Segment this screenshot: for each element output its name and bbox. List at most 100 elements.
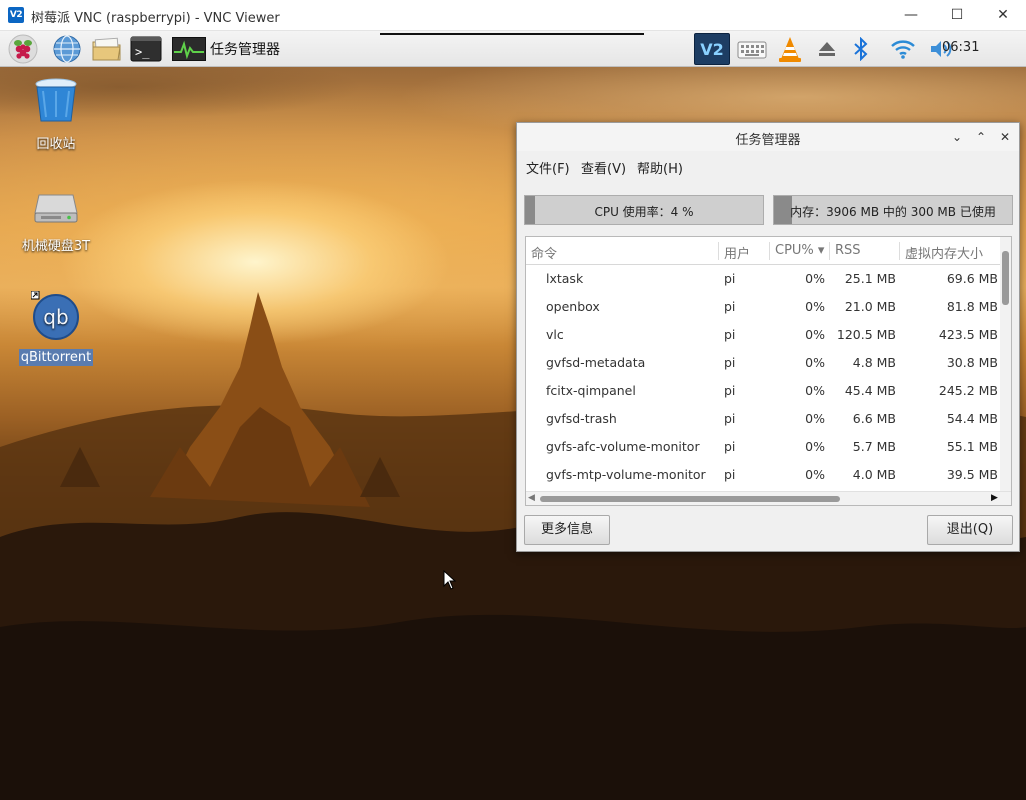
task-manager-icon xyxy=(172,37,206,61)
close-icon[interactable]: ✕ xyxy=(995,127,1015,147)
horizontal-scrollbar[interactable]: ◀ ▶ xyxy=(526,491,1011,505)
process-user: pi xyxy=(724,299,736,314)
process-virtual-memory: 39.5 MB xyxy=(946,467,998,482)
process-user: pi xyxy=(724,355,736,370)
chevron-up-icon[interactable]: ⌃ xyxy=(971,127,991,147)
process-cpu: 0% xyxy=(805,327,825,342)
maximize-button[interactable]: ☐ xyxy=(934,0,980,31)
process-virtual-memory: 30.8 MB xyxy=(946,355,998,370)
menubar: 文件(F) 查看(V) 帮助(H) xyxy=(517,153,1019,179)
close-button[interactable]: ✕ xyxy=(980,0,1026,31)
desktop-icon-hard-drive[interactable]: 机械硬盘3T xyxy=(18,187,94,254)
process-name: vlc xyxy=(546,327,564,342)
menu-view[interactable]: 查看(V) xyxy=(581,158,626,177)
quit-button[interactable]: 退出(Q) xyxy=(927,515,1013,545)
vertical-scrollbar-thumb[interactable] xyxy=(1002,251,1009,305)
qbittorrent-icon: qb xyxy=(18,290,94,345)
column-header-user[interactable]: 用户 xyxy=(724,243,750,262)
process-name: gvfsd-metadata xyxy=(546,355,646,370)
column-separator[interactable] xyxy=(829,242,830,260)
cpu-usage-label: CPU 使用率：4 % xyxy=(594,205,694,219)
terminal-icon[interactable]: >_ xyxy=(130,34,162,64)
process-rss: 25.1 MB xyxy=(844,271,896,286)
desktop-icon-trash[interactable]: 回收站 xyxy=(18,75,94,152)
vnc-server-icon[interactable]: V2 xyxy=(694,33,730,65)
wifi-icon[interactable] xyxy=(888,33,918,65)
process-user: pi xyxy=(724,271,736,286)
raspberry-menu-icon[interactable] xyxy=(8,34,38,64)
process-row[interactable]: gvfsd-trash pi 0% 6.6 MB 54.4 MB xyxy=(526,405,1000,433)
process-cpu: 0% xyxy=(805,271,825,286)
process-row[interactable]: gvfs-mtp-volume-monitor pi 0% 4.0 MB 39.5 MB xyxy=(526,461,1000,489)
eject-icon[interactable] xyxy=(814,33,840,65)
vnc-toolbar-handle[interactable] xyxy=(380,33,644,35)
process-name: gvfs-afc-volume-monitor xyxy=(546,439,700,454)
column-header-cpu[interactable]: CPU% ▾ xyxy=(775,243,824,258)
process-virtual-memory: 54.4 MB xyxy=(946,411,998,426)
vnc-viewer-icon: V2 xyxy=(8,7,24,23)
process-row[interactable]: openbox pi 0% 21.0 MB 81.8 MB xyxy=(526,293,1000,321)
process-virtual-memory: 81.8 MB xyxy=(946,299,998,314)
process-user: pi xyxy=(724,383,736,398)
process-user: pi xyxy=(724,411,736,426)
process-row[interactable]: lxtask pi 0% 25.1 MB 69.6 MB xyxy=(526,265,1000,293)
clock[interactable]: 06:31 xyxy=(942,40,979,55)
horizontal-scrollbar-thumb[interactable] xyxy=(540,496,840,502)
vertical-scrollbar[interactable] xyxy=(1000,237,1011,491)
chevron-down-icon[interactable]: ⌄ xyxy=(947,127,967,147)
process-cpu: 0% xyxy=(805,355,825,370)
process-virtual-memory: 69.6 MB xyxy=(946,271,998,286)
memory-usage-meter: 内存：3906 MB 中的 300 MB 已使用 xyxy=(773,195,1013,225)
desktop-icon-label: qBittorrent xyxy=(18,349,94,366)
process-virtual-memory: 245.2 MB xyxy=(938,383,998,398)
process-rss: 5.7 MB xyxy=(852,439,896,454)
scroll-right-arrow-icon[interactable]: ▶ xyxy=(991,493,998,503)
process-virtual-memory: 55.1 MB xyxy=(946,439,998,454)
top-panel: >_ 任务管理器 V2 06:31 xyxy=(0,31,1026,67)
process-rss: 45.4 MB xyxy=(844,383,896,398)
keyboard-icon[interactable] xyxy=(735,33,769,65)
process-row[interactable]: gvfs-afc-volume-monitor pi 0% 5.7 MB 55.1 MB xyxy=(526,433,1000,461)
process-name: lxtask xyxy=(546,271,584,286)
folder-icon[interactable] xyxy=(90,34,121,64)
column-header-virtual-memory[interactable]: 虚拟内存大小 xyxy=(905,243,983,262)
process-user: pi xyxy=(724,467,736,482)
trash-icon xyxy=(18,75,94,129)
task-manager-window: 任务管理器 ⌄ ⌃ ✕ 文件(F) 查看(V) 帮助(H) CPU 使用率：4 … xyxy=(516,122,1020,552)
column-header-rss[interactable]: RSS xyxy=(835,243,861,258)
hard-drive-icon xyxy=(18,187,94,231)
process-name: gvfsd-trash xyxy=(546,411,617,426)
process-row[interactable]: gvfsd-metadata pi 0% 4.8 MB 30.8 MB xyxy=(526,349,1000,377)
process-cpu: 0% xyxy=(805,439,825,454)
menu-file[interactable]: 文件(F) xyxy=(526,158,570,177)
more-info-button[interactable]: 更多信息 xyxy=(524,515,610,545)
column-separator[interactable] xyxy=(769,242,770,260)
desktop-icon-label: 回收站 xyxy=(36,137,76,152)
task-manager-titlebar[interactable]: 任务管理器 ⌄ ⌃ ✕ xyxy=(517,123,1019,151)
scroll-left-arrow-icon[interactable]: ◀ xyxy=(528,493,535,503)
web-browser-icon[interactable] xyxy=(52,34,82,64)
process-virtual-memory: 423.5 MB xyxy=(938,327,998,342)
bluetooth-icon[interactable] xyxy=(848,33,874,65)
process-rss: 120.5 MB xyxy=(836,327,896,342)
process-cpu: 0% xyxy=(805,299,825,314)
cpu-usage-meter: CPU 使用率：4 % xyxy=(524,195,764,225)
desktop-icon-qbittorrent[interactable]: qb qBittorrent xyxy=(18,290,94,366)
column-separator[interactable] xyxy=(899,242,900,260)
menu-help[interactable]: 帮助(H) xyxy=(637,158,683,177)
process-cpu: 0% xyxy=(805,411,825,426)
column-separator[interactable] xyxy=(718,242,719,260)
vlc-icon[interactable] xyxy=(775,33,805,65)
process-row[interactable]: vlc pi 0% 120.5 MB 423.5 MB xyxy=(526,321,1000,349)
minimize-button[interactable]: — xyxy=(888,0,934,31)
taskbar-task-manager[interactable]: 任务管理器 xyxy=(172,33,280,65)
column-header-command[interactable]: 命令 xyxy=(531,243,557,262)
process-rss: 21.0 MB xyxy=(844,299,896,314)
process-row[interactable]: fcitx-qimpanel pi 0% 45.4 MB 245.2 MB xyxy=(526,377,1000,405)
taskbar-label: 任务管理器 xyxy=(210,42,280,58)
process-name: openbox xyxy=(546,299,600,314)
desktop-icon-label: 机械硬盘3T xyxy=(21,239,91,254)
process-cpu: 0% xyxy=(805,383,825,398)
process-user: pi xyxy=(724,439,736,454)
svg-text:qb: qb xyxy=(43,305,68,329)
